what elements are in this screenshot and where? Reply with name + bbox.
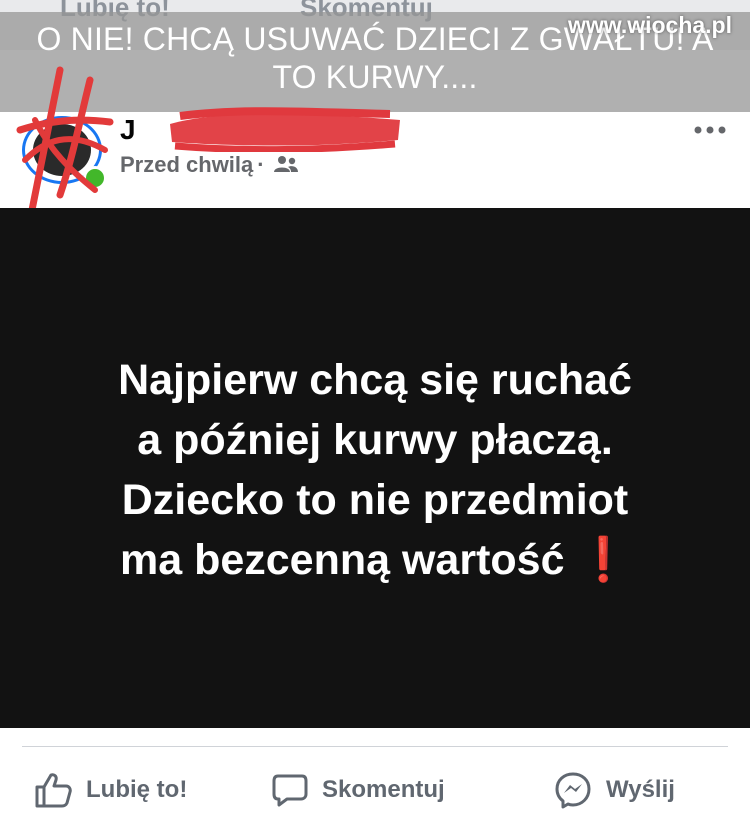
comment-icon: [272, 774, 308, 807]
post-meta: Przed chwilą ·: [120, 152, 299, 179]
actions-divider: [22, 746, 728, 747]
meta-separator: ·: [257, 152, 265, 177]
author-name[interactable]: J: [120, 114, 136, 146]
thumbs-up-icon: [35, 773, 72, 808]
post-content: Najpierw chcą się ruchać a później kurwy…: [0, 208, 750, 728]
more-horizontal-icon[interactable]: [692, 120, 728, 140]
like-button[interactable]: Lubię to!: [34, 768, 187, 812]
post-time[interactable]: Przed chwilą: [120, 152, 253, 177]
like-label: Lubię to!: [86, 776, 188, 803]
watermark: www.wiocha.pl: [568, 12, 732, 38]
friends-icon: [273, 153, 299, 179]
exclamation-emoji: ❗: [576, 536, 630, 584]
comment-button[interactable]: Skomentuj: [272, 768, 445, 812]
post-text-line: ma bezcenną wartość ❗: [0, 530, 750, 590]
caption-line-2: TO KURWY....: [272, 59, 478, 95]
comment-label: Skomentuj: [322, 776, 445, 803]
post-text-line: Najpierw chcą się ruchać: [118, 356, 632, 404]
name-redaction: [170, 107, 400, 152]
post-text-line: Dziecko to nie przedmiot: [121, 476, 629, 524]
messenger-icon: [555, 772, 591, 809]
avatar-image: [33, 124, 91, 176]
send-button[interactable]: Wyślij: [554, 768, 675, 812]
send-label: Wyślij: [606, 776, 675, 803]
post-text-line-4: ma bezcenną wartość: [119, 536, 565, 584]
online-status-dot: [83, 166, 107, 190]
post-text: Najpierw chcą się ruchać a później kurwy…: [0, 350, 750, 590]
post-text-line: a później kurwy płaczą.: [137, 416, 613, 464]
